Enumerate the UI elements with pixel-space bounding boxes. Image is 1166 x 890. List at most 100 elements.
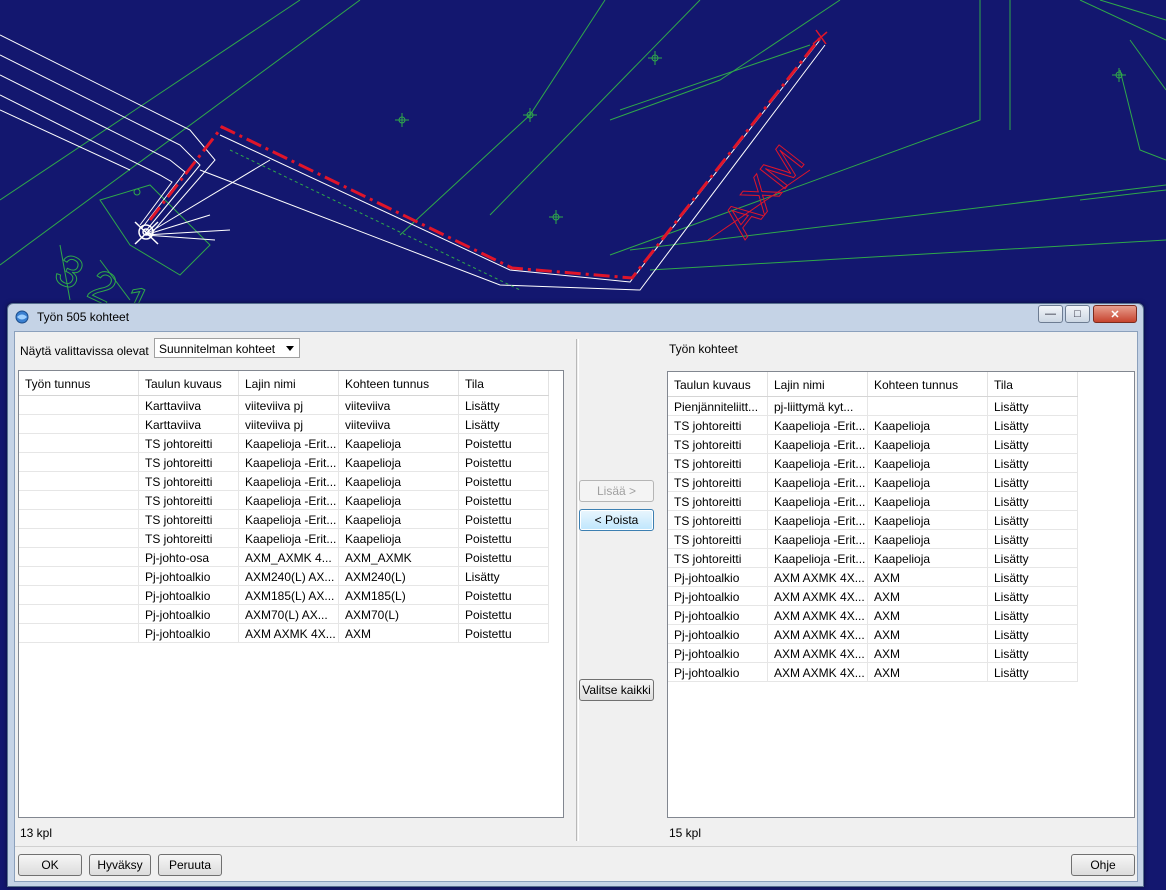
table-row[interactable]: Pj-johto-osa AXM_AXMK 4... AXM_AXMK Poistet… — [19, 548, 549, 567]
table-cell — [19, 453, 139, 472]
window-title: Työn 505 kohteet — [37, 310, 130, 324]
table-row[interactable]: TS johtoreitti Kaapelioja -Erit... Kaapeli… — [668, 435, 1078, 454]
table-cell: Lisätty — [988, 587, 1078, 606]
table-cell — [868, 397, 988, 416]
column-header[interactable]: Kohteen tunnus — [868, 372, 988, 396]
table-cell: Lisätty — [988, 397, 1078, 416]
table-cell: Pj-johtoalkio — [139, 624, 239, 643]
column-header[interactable]: Tila — [459, 371, 549, 395]
table-row[interactable]: TS johtoreitti Kaapelioja -Erit... Kaapeli… — [668, 454, 1078, 473]
table-cell: AXM AXMK 4X... — [768, 644, 868, 663]
filter-select[interactable]: Suunnitelman kohteet — [154, 338, 300, 358]
table-row[interactable]: Pj-johtoalkio AXM185(L) AX... AXM185(L) Poi… — [19, 586, 549, 605]
table-cell: AXM240(L) — [339, 567, 459, 586]
column-header[interactable]: Tila — [988, 372, 1078, 396]
table-row[interactable]: TS johtoreitti Kaapelioja -Erit... Kaapeli… — [19, 510, 549, 529]
table-cell: Poistettu — [459, 548, 549, 567]
table-row[interactable]: TS johtoreitti Kaapelioja -Erit... Kaapeli… — [19, 434, 549, 453]
table-cell: AXM — [868, 587, 988, 606]
work-items-heading: Työn kohteet — [669, 342, 738, 356]
table-cell: Kaapelioja -Erit... — [768, 416, 868, 435]
table-cell: AXM185(L) — [339, 586, 459, 605]
table-row[interactable]: Pj-johtoalkio AXM240(L) AX... AXM240(L) Lis… — [19, 567, 549, 586]
table-row[interactable]: TS johtoreitti Kaapelioja -Erit... Kaapeli… — [19, 453, 549, 472]
column-header[interactable]: Lajin nimi — [239, 371, 339, 395]
close-button[interactable]: ✕ — [1093, 305, 1137, 323]
table-row[interactable]: TS johtoreitti Kaapelioja -Erit... Kaapeli… — [19, 529, 549, 548]
table-cell: Lisätty — [988, 568, 1078, 587]
table-row[interactable]: Karttaviiva viiteviiva pj viiteviiva Lisätt… — [19, 415, 549, 434]
table-row[interactable]: TS johtoreitti Kaapelioja -Erit... Kaapeli… — [668, 530, 1078, 549]
help-button-label: Ohje — [1090, 858, 1116, 872]
table-cell: Kaapelioja -Erit... — [768, 549, 868, 568]
table-row[interactable]: Pj-johtoalkio AXM AXMK 4X... AXM Lisätty — [668, 587, 1078, 606]
table-cell — [19, 491, 139, 510]
table-row[interactable]: Pienjänniteliitt... pj-liittymä kyt... Lis… — [668, 397, 1078, 416]
remove-button-label: < Poista — [594, 513, 639, 527]
app-icon — [15, 310, 29, 324]
table-cell: AXM AXMK 4X... — [239, 624, 339, 643]
table-cell: AXM AXMK 4X... — [768, 663, 868, 682]
table-row[interactable]: Pj-johtoalkio AXM AXMK 4X... AXM Lisätty — [668, 625, 1078, 644]
cancel-button[interactable]: Peruuta — [158, 854, 222, 876]
table-cell: Pj-johtoalkio — [139, 586, 239, 605]
ok-button[interactable]: OK — [18, 854, 82, 876]
chevron-down-icon[interactable] — [286, 346, 294, 351]
table-row[interactable]: Pj-johtoalkio AXM AXMK 4X... AXM Lisätty — [668, 568, 1078, 587]
table-cell: viiteviiva pj — [239, 396, 339, 415]
table-cell: AXM — [868, 568, 988, 587]
add-button-label: Lisää > — [596, 484, 637, 498]
title-bar[interactable]: Työn 505 kohteet — □ ✕ — [8, 304, 1143, 330]
work-items-table[interactable]: Taulun kuvaus Lajin nimi Kohteen tunnus Til… — [667, 371, 1135, 818]
table-cell: AXM70(L) — [339, 605, 459, 624]
table-cell: Pj-johtoalkio — [668, 587, 768, 606]
table-cell: Kaapelioja -Erit... — [239, 529, 339, 548]
table-cell: Poistettu — [459, 624, 549, 643]
table-cell: viiteviiva pj — [239, 415, 339, 434]
table-cell: TS johtoreitti — [139, 510, 239, 529]
table-row[interactable]: Karttaviiva viiteviiva pj viiteviiva Lisätt… — [19, 396, 549, 415]
column-header[interactable]: Taulun kuvaus — [668, 372, 768, 396]
column-header[interactable]: Työn tunnus — [19, 371, 139, 395]
add-button[interactable]: Lisää > — [579, 480, 654, 502]
table-cell: Kaapelioja -Erit... — [768, 454, 868, 473]
available-items-table[interactable]: Työn tunnus Taulun kuvaus Lajin nimi Kohtee… — [18, 370, 564, 818]
table-cell: Poistettu — [459, 605, 549, 624]
select-all-button[interactable]: Valitse kaikki — [579, 679, 654, 701]
maximize-button[interactable]: □ — [1065, 305, 1090, 323]
table-cell: TS johtoreitti — [668, 454, 768, 473]
table-cell: TS johtoreitti — [139, 434, 239, 453]
table-row[interactable]: Pj-johtoalkio AXM AXMK 4X... AXM Lisätty — [668, 663, 1078, 682]
column-header[interactable]: Kohteen tunnus — [339, 371, 459, 395]
table-cell — [19, 548, 139, 567]
table-cell: Kaapelioja — [868, 549, 988, 568]
table-row[interactable]: TS johtoreitti Kaapelioja -Erit... Kaapeli… — [668, 473, 1078, 492]
table-row[interactable]: Pj-johtoalkio AXM AXMK 4X... AXM Poistettu — [19, 624, 549, 643]
table-row[interactable]: TS johtoreitti Kaapelioja -Erit... Kaapeli… — [668, 492, 1078, 511]
table-row[interactable]: TS johtoreitti Kaapelioja -Erit... Kaapeli… — [668, 549, 1078, 568]
remove-button[interactable]: < Poista — [579, 509, 654, 531]
table-row[interactable]: Pj-johtoalkio AXM AXMK 4X... AXM Lisätty — [668, 644, 1078, 663]
table-cell: Kaapelioja -Erit... — [768, 492, 868, 511]
table-cell: AXM — [868, 625, 988, 644]
minimize-button[interactable]: — — [1038, 305, 1063, 323]
table-cell — [19, 586, 139, 605]
table-cell: Poistettu — [459, 510, 549, 529]
table-cell: Lisätty — [988, 454, 1078, 473]
accept-button[interactable]: Hyväksy — [89, 854, 151, 876]
help-button[interactable]: Ohje — [1071, 854, 1135, 876]
table-row[interactable]: Pj-johtoalkio AXM AXMK 4X... AXM Lisätty — [668, 606, 1078, 625]
table-cell: Poistettu — [459, 434, 549, 453]
column-header[interactable]: Lajin nimi — [768, 372, 868, 396]
table-row[interactable]: TS johtoreitti Kaapelioja -Erit... Kaapeli… — [668, 416, 1078, 435]
table-row[interactable]: TS johtoreitti Kaapelioja -Erit... Kaapeli… — [19, 472, 549, 491]
table-row[interactable]: TS johtoreitti Kaapelioja -Erit... Kaapeli… — [19, 491, 549, 510]
table-cell: Kaapelioja — [868, 435, 988, 454]
column-header[interactable]: Taulun kuvaus — [139, 371, 239, 395]
table-cell: Lisätty — [459, 415, 549, 434]
table-cell: Pj-johtoalkio — [668, 644, 768, 663]
table-row[interactable]: Pj-johtoalkio AXM70(L) AX... AXM70(L) Poist… — [19, 605, 549, 624]
table-row[interactable]: TS johtoreitti Kaapelioja -Erit... Kaapeli… — [668, 511, 1078, 530]
ok-button-label: OK — [41, 858, 59, 872]
table-cell: Kaapelioja — [339, 491, 459, 510]
